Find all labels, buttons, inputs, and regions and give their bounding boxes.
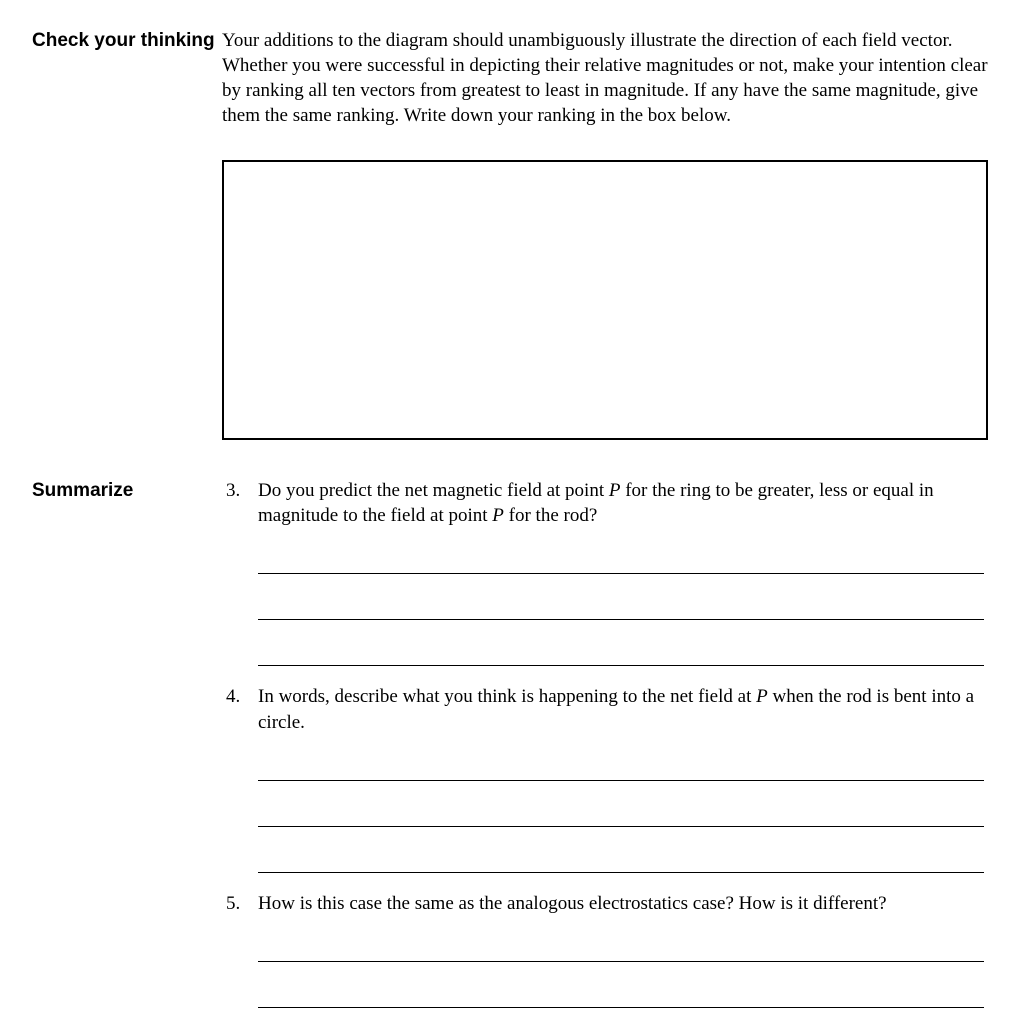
check-thinking-label: Check your thinking	[32, 28, 222, 54]
summarize-label: Summarize	[32, 478, 222, 504]
question-3-blanks	[222, 538, 992, 666]
ranking-answer-box[interactable]	[222, 160, 988, 440]
q4-it1: P	[756, 686, 768, 707]
question-3: 3. Do you predict the net magnetic field…	[222, 478, 992, 528]
question-4-blanks	[222, 745, 992, 873]
answer-line[interactable]	[258, 926, 984, 962]
q3-pre: Do you predict the net magnetic field at…	[258, 480, 609, 501]
answer-line[interactable]	[258, 791, 984, 827]
question-5-num: 5.	[222, 891, 258, 916]
question-4-text: In words, describe what you think is hap…	[258, 684, 992, 734]
answer-line[interactable]	[258, 745, 984, 781]
summarize-section: Summarize 3. Do you predict the net magn…	[32, 478, 992, 1007]
answer-line[interactable]	[258, 837, 984, 873]
question-5: 5. How is this case the same as the anal…	[222, 891, 992, 916]
answer-line[interactable]	[258, 584, 984, 620]
summarize-body: 3. Do you predict the net magnetic field…	[222, 478, 992, 1007]
answer-line[interactable]	[258, 972, 984, 1008]
question-5-blanks	[222, 926, 992, 1008]
q4-pre: In words, describe what you think is hap…	[258, 686, 756, 707]
check-thinking-body: Your additions to the diagram should una…	[222, 28, 992, 128]
question-3-num: 3.	[222, 478, 258, 503]
q3-post: for the rod?	[504, 505, 597, 526]
question-4-num: 4.	[222, 684, 258, 709]
check-instruction: Your additions to the diagram should una…	[222, 28, 992, 128]
question-5-text: How is this case the same as the analogo…	[258, 891, 992, 916]
q3-it1: P	[609, 480, 621, 501]
answer-line[interactable]	[258, 538, 984, 574]
check-thinking-section: Check your thinking Your additions to th…	[32, 28, 992, 128]
q3-it2: P	[492, 505, 504, 526]
question-4: 4. In words, describe what you think is …	[222, 684, 992, 734]
question-3-text: Do you predict the net magnetic field at…	[258, 478, 992, 528]
answer-line[interactable]	[258, 630, 984, 666]
q5-pre: How is this case the same as the analogo…	[258, 893, 887, 914]
